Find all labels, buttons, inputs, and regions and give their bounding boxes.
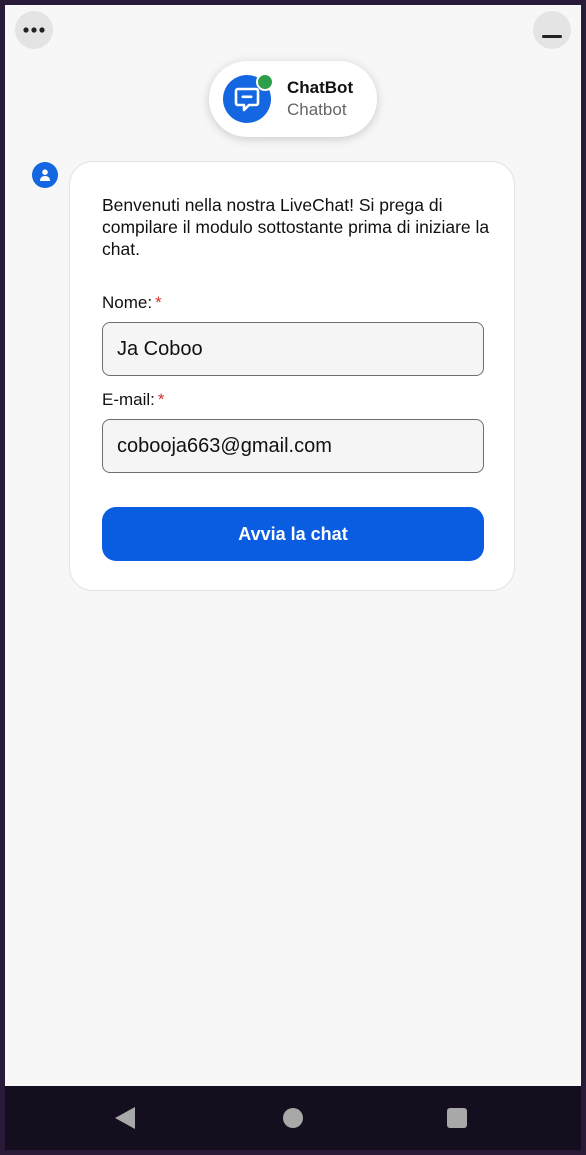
- minimize-button[interactable]: [533, 11, 571, 49]
- back-triangle-icon[interactable]: [115, 1107, 135, 1129]
- more-options-button[interactable]: [15, 11, 53, 49]
- required-marker: *: [155, 293, 162, 312]
- chat-bubble-icon: [234, 87, 260, 112]
- android-navigation-bar: [5, 1086, 581, 1150]
- recents-square-icon[interactable]: [447, 1108, 467, 1128]
- intro-text: Benvenuti nella nostra LiveChat! Si preg…: [102, 195, 490, 259]
- header-title: ChatBot: [287, 78, 354, 97]
- required-marker: *: [157, 390, 165, 409]
- header-text: ChatBot Chatbot: [287, 77, 353, 121]
- email-label: E-mail: *: [102, 390, 165, 410]
- chat-header: ChatBot Chatbot: [209, 61, 377, 137]
- user-icon: [40, 169, 50, 181]
- name-input[interactable]: Ja Coboo: [102, 322, 484, 376]
- name-label-text: Nome:: [102, 293, 153, 312]
- minimize-icon: [542, 35, 562, 38]
- email-input[interactable]: cobooja663@gmail.com: [102, 419, 484, 473]
- message-avatar: [32, 162, 58, 188]
- chat-widget: ChatBot Chatbot Benvenuti nella nostra L…: [5, 5, 581, 1086]
- online-status-dot: [256, 73, 274, 91]
- header-subtitle: Chatbot: [287, 100, 347, 119]
- prechat-form-card: Benvenuti nella nostra LiveChat! Si preg…: [69, 161, 515, 591]
- email-label-text: E-mail:: [102, 390, 155, 409]
- bot-logo: [223, 73, 274, 123]
- name-label: Nome: *: [102, 293, 162, 313]
- start-chat-button[interactable]: Avvia la chat: [102, 507, 484, 561]
- more-horizontal-icon: [23, 27, 45, 33]
- home-circle-icon[interactable]: [283, 1108, 303, 1128]
